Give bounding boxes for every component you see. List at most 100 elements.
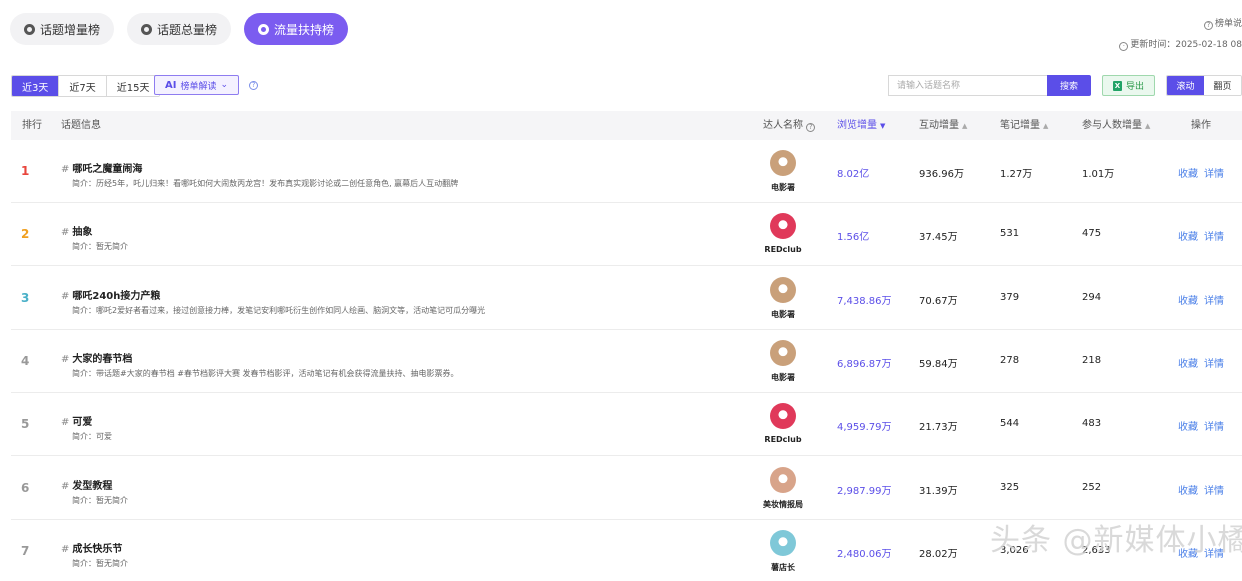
creator-name[interactable]: REDclub <box>759 245 807 254</box>
topic-title[interactable]: # 大家的春节档 <box>61 350 132 365</box>
favorite-link[interactable]: 收藏 <box>1178 228 1198 243</box>
col-participants-sort[interactable]: 参与人数增量 ▲ <box>1082 111 1150 140</box>
topic-description: 简介：暂无简介 <box>72 558 128 568</box>
topic-description: 简介：哪吒2爱好者看过来，接过创意接力棒，发笔记安利哪吒衍生创作如同人绘画、脑洞… <box>72 305 486 315</box>
creator-name[interactable]: 电影署 <box>759 309 807 320</box>
topic-description: 简介：暂无简介 <box>72 495 128 505</box>
export-label: 导出 <box>1125 82 1144 92</box>
views-increment: 4,959.79万 <box>837 422 892 434</box>
sort-down-icon: ▼ <box>880 122 886 130</box>
avatar-image <box>770 466 796 493</box>
ai-interpret-button[interactable]: AI 榜单解读 ⌄ <box>154 75 240 95</box>
hash-icon: # <box>61 480 70 492</box>
avatar[interactable] <box>770 150 796 176</box>
avatar-image <box>770 529 796 556</box>
table-header: 排行 话题信息 达人名称 ? 浏览增量 ▼ 互动增量 ▲ 笔记增量 ▲ 参与人数增量 ▲… <box>11 111 1242 140</box>
views-increment: 1.56亿 <box>837 232 870 244</box>
creator-name[interactable]: 电影署 <box>759 372 807 383</box>
col-interactions-sort[interactable]: 互动增量 ▲ <box>919 111 967 140</box>
notes-increment: 544 <box>1000 418 1020 430</box>
col-notes-sort[interactable]: 笔记增量 ▲ <box>1000 111 1048 140</box>
interactions-increment: 936.96万 <box>919 169 964 180</box>
scroll-mode-button[interactable]: 滚动 <box>1167 76 1204 95</box>
tab-label: 话题总量榜 <box>157 22 218 37</box>
views-increment: 2,987.99万 <box>837 485 892 497</box>
tab-label: 流量扶持榜 <box>274 22 335 37</box>
avatar[interactable] <box>770 339 796 366</box>
participants-increment: 1.01万 <box>1082 169 1115 180</box>
view-mode-toggle: 滚动 翻页 <box>1166 75 1242 96</box>
creator-name[interactable]: 美妆情报局 <box>759 499 807 510</box>
detail-link[interactable]: 详情 <box>1204 292 1224 307</box>
chevron-down-icon: ⌄ <box>220 80 229 90</box>
excel-icon: X <box>1112 80 1122 91</box>
rules-link[interactable]: ? 榜单说 <box>1119 16 1242 30</box>
sort-icon: ▲ <box>1043 122 1049 130</box>
topic-title[interactable]: # 哪吒之魔童闹海 <box>61 160 142 175</box>
info-icon[interactable]: ? <box>806 123 816 132</box>
favorite-link[interactable]: 收藏 <box>1178 165 1198 180</box>
participants-increment: 252 <box>1082 481 1102 493</box>
detail-link[interactable]: 详情 <box>1204 228 1224 243</box>
tab-traffic-support[interactable]: 流量扶持榜 <box>244 13 349 45</box>
page-mode-button[interactable]: 翻页 <box>1204 76 1241 95</box>
clock-icon: · <box>1119 42 1129 51</box>
creator-name[interactable]: 电影署 <box>759 182 807 193</box>
views-increment: 6,896.87万 <box>837 358 892 370</box>
topic-title[interactable]: # 哪吒240h接力产粮 <box>61 287 160 302</box>
top-right-info: ? 榜单说 · 更新时间：2025-02-18 08 <box>1119 16 1242 51</box>
table-row: 2 # 抽象 简介：暂无简介 REDclub 1.56亿 37.45万 531 4… <box>11 203 1242 267</box>
avatar-image <box>770 213 796 240</box>
search-button[interactable]: 搜索 <box>1047 75 1091 96</box>
favorite-link[interactable]: 收藏 <box>1178 355 1198 370</box>
search-input[interactable] <box>888 75 1047 96</box>
topic-title[interactable]: # 发型教程 <box>61 477 112 492</box>
topic-title[interactable]: # 可爱 <box>61 413 92 428</box>
sort-icon: ▲ <box>1145 122 1151 130</box>
topic-description: 简介：历经5年，吒儿归来！看哪吒如何大闹敖丙龙宫！发布真实观影讨论或二创任意角色… <box>72 179 459 188</box>
interactions-increment: 21.73万 <box>919 422 958 434</box>
favorite-link[interactable]: 收藏 <box>1178 418 1198 433</box>
hash-icon: # <box>61 290 70 302</box>
col-actions: 操作 <box>1191 120 1211 131</box>
topic-description: 简介：可爱 <box>72 432 112 442</box>
views-increment: 8.02亿 <box>837 169 870 180</box>
detail-link[interactable]: 详情 <box>1204 165 1224 180</box>
avatar[interactable] <box>770 276 796 303</box>
rank-number: 2 <box>21 227 30 242</box>
avatar[interactable] <box>770 466 796 493</box>
avatar-image <box>770 339 796 366</box>
tab-topic-increment[interactable]: 话题增量榜 <box>10 13 115 45</box>
export-button[interactable]: X 导出 <box>1102 75 1155 96</box>
creator-name[interactable]: REDclub <box>759 435 807 444</box>
interactions-increment: 28.02万 <box>919 548 958 560</box>
tab-topic-total[interactable]: 话题总量榜 <box>127 13 232 45</box>
table-row: 3 # 哪吒240h接力产粮 简介：哪吒2爱好者看过来，接过创意接力棒，发笔记安利… <box>11 267 1242 330</box>
rank-number: 3 <box>21 290 30 305</box>
avatar[interactable] <box>770 529 796 556</box>
top-tab-bar: 话题增量榜 话题总量榜 流量扶持榜 <box>10 13 349 45</box>
range-7-days-button[interactable]: 近7天 <box>59 76 107 96</box>
avatar[interactable] <box>770 403 796 430</box>
tab-circle-icon <box>258 23 270 35</box>
detail-link[interactable]: 详情 <box>1204 355 1224 370</box>
detail-link[interactable]: 详情 <box>1204 482 1224 497</box>
col-views-sort[interactable]: 浏览增量 ▼ <box>837 111 885 140</box>
range-3-days-button[interactable]: 近3天 <box>12 76 60 96</box>
rank-number: 7 <box>21 543 30 558</box>
topic-title[interactable]: # 抽象 <box>61 223 92 238</box>
help-icon[interactable]: ? <box>249 81 258 90</box>
sort-icon: ▲ <box>962 122 968 130</box>
topic-title[interactable]: # 成长快乐节 <box>61 540 122 555</box>
topic-description: 简介：带话题#大家的春节档 #春节档影评大赛 发春节档影评，活动笔记有机会获得流… <box>72 368 459 378</box>
rank-number: 5 <box>21 417 30 432</box>
hash-icon: # <box>61 227 70 239</box>
favorite-link[interactable]: 收藏 <box>1178 292 1198 307</box>
avatar[interactable] <box>770 213 796 240</box>
detail-link[interactable]: 详情 <box>1204 418 1224 433</box>
favorite-link[interactable]: 收藏 <box>1178 482 1198 497</box>
hash-icon: # <box>61 417 70 429</box>
range-15-days-button[interactable]: 近15天 <box>106 76 160 96</box>
interactions-increment: 31.39万 <box>919 485 958 497</box>
creator-name[interactable]: 薯店长 <box>759 562 807 573</box>
